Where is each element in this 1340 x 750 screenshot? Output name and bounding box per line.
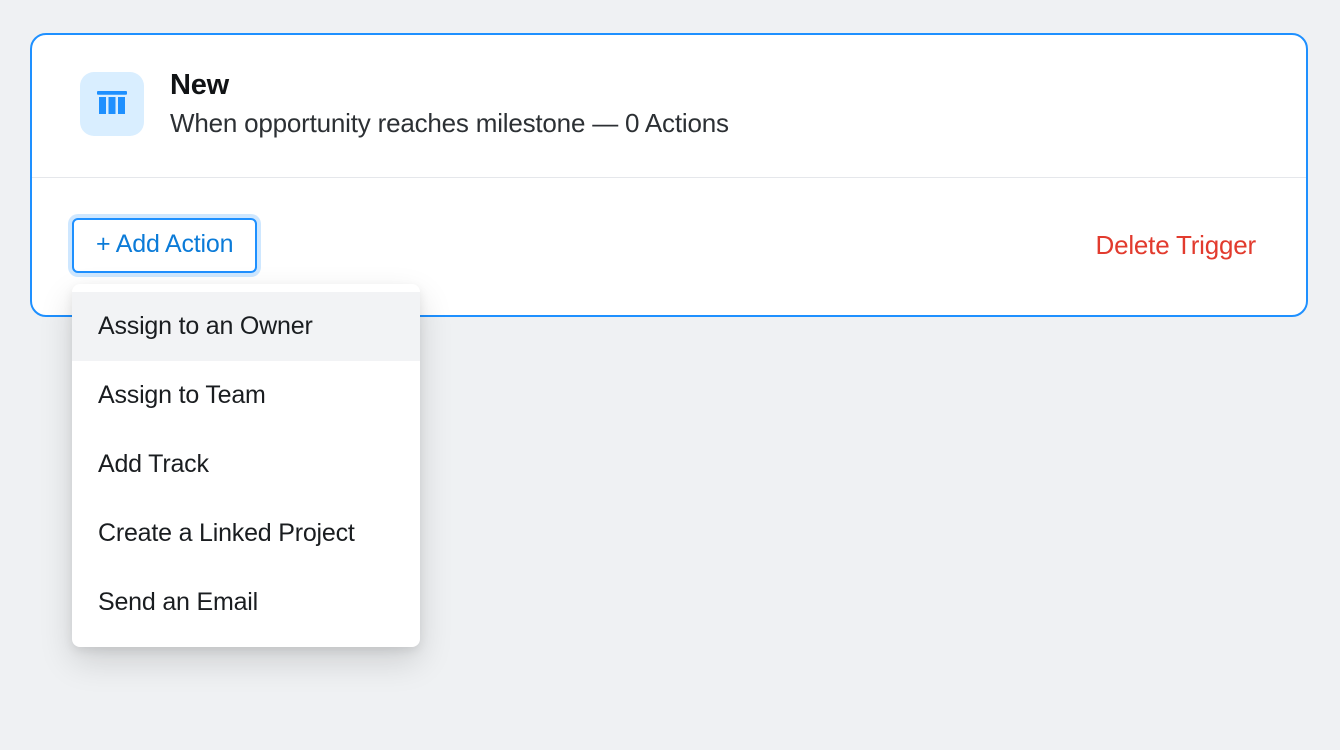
dropdown-item-create-linked-project[interactable]: Create a Linked Project: [72, 499, 420, 568]
trigger-card-header: New When opportunity reaches milestone —…: [32, 35, 1306, 178]
add-action-wrap: + Add Action Assign to an Owner Assign t…: [72, 218, 257, 273]
trigger-card: New When opportunity reaches milestone —…: [30, 33, 1308, 317]
add-action-button[interactable]: + Add Action: [72, 218, 257, 273]
add-action-dropdown: Assign to an Owner Assign to Team Add Tr…: [72, 284, 420, 647]
dropdown-item-assign-team[interactable]: Assign to Team: [72, 361, 420, 430]
milestone-icon: [80, 72, 144, 136]
dropdown-item-add-track[interactable]: Add Track: [72, 430, 420, 499]
trigger-header-text: New When opportunity reaches milestone —…: [170, 69, 729, 139]
trigger-title: New: [170, 69, 729, 102]
dropdown-item-send-email[interactable]: Send an Email: [72, 568, 420, 637]
delete-trigger-link[interactable]: Delete Trigger: [1096, 230, 1257, 261]
dropdown-item-assign-owner[interactable]: Assign to an Owner: [72, 292, 420, 361]
trigger-subtitle: When opportunity reaches milestone — 0 A…: [170, 108, 729, 139]
trigger-card-footer: + Add Action Assign to an Owner Assign t…: [32, 178, 1306, 315]
